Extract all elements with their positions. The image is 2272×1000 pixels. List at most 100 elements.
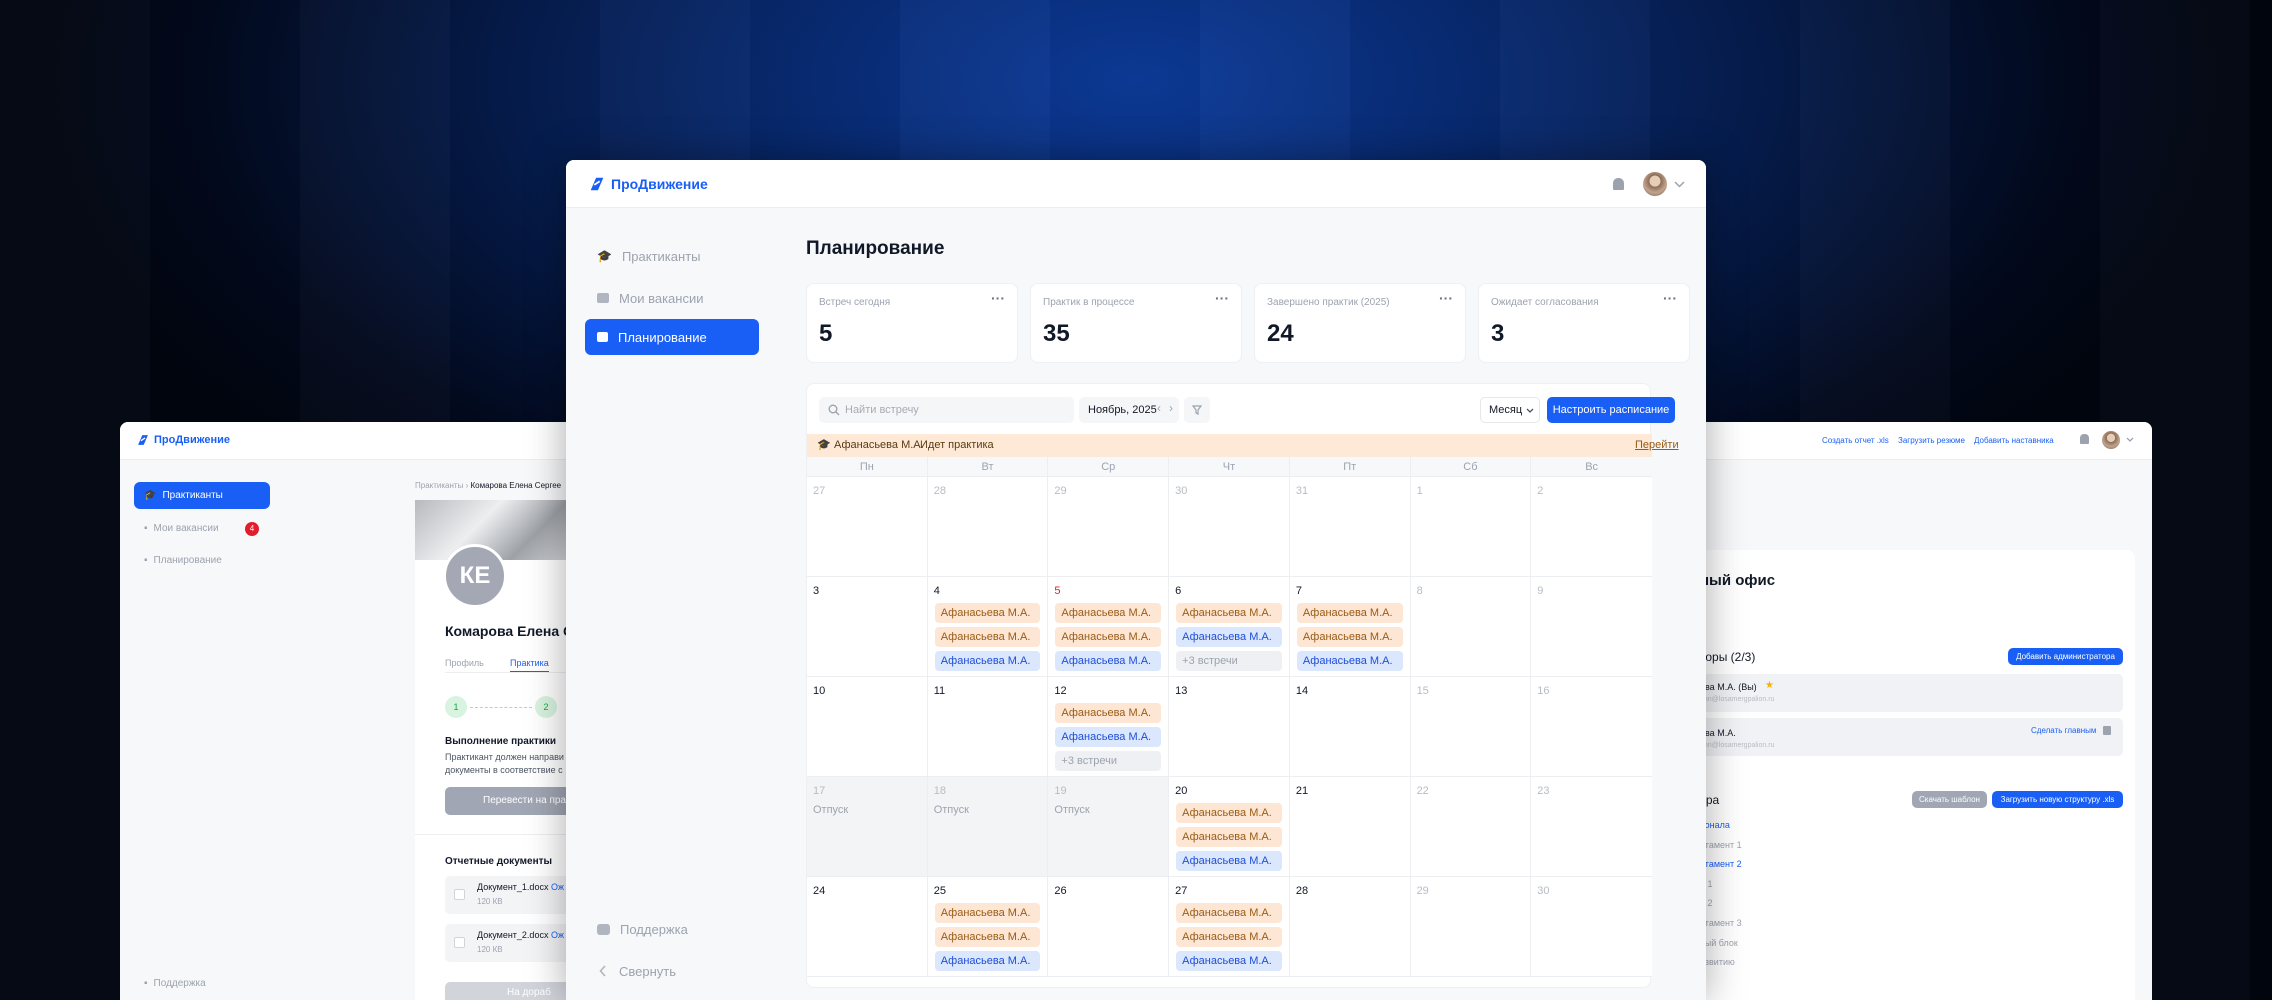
sidebar-item-planning[interactable]: ▪ Планирование (134, 547, 270, 574)
trash-icon[interactable] (2103, 726, 2111, 735)
calendar-day-cell[interactable]: 25 Афанасьева М.А. Афанасьева М.А. Афанасье… (927, 877, 1049, 977)
calendar-day-cell[interactable]: 12 Афанасьева М.А. Афанасьева М.А. +3 встре… (1048, 677, 1170, 777)
event-chip[interactable]: Афанасьева М.А. (1176, 851, 1282, 871)
sidebar-item-vacancies[interactable]: ▪ Мои вакансии 4 (134, 515, 270, 542)
month-picker[interactable]: Ноябрь, 2025 ‹ › (1079, 397, 1179, 423)
event-chip[interactable]: Афанасьева М.А. (1176, 827, 1282, 847)
breadcrumb-item[interactable]: Практиканты (415, 481, 463, 490)
calendar-day-cell[interactable]: 24 (807, 877, 928, 977)
structure-tree-item[interactable]: ртамент 1 (1700, 840, 1742, 850)
document-row[interactable]: Документ_1.docx Ож 120 КВ (445, 876, 570, 914)
bell-icon[interactable] (2080, 434, 2089, 444)
calendar-day-cell[interactable]: 5 Афанасьева М.А. Афанасьева М.А. Афанасьев… (1048, 577, 1170, 677)
make-main-link[interactable]: Сделать главным (2031, 726, 2096, 735)
calendar-day-cell[interactable]: 10 (807, 677, 928, 777)
event-chip[interactable]: Афанасьева М.А. (1176, 927, 1282, 947)
calendar-day-cell[interactable]: 22 (1410, 777, 1532, 877)
event-chip[interactable]: Афанасьева М.А. (1055, 651, 1162, 671)
calendar-day-cell[interactable]: 28 (1289, 877, 1411, 977)
more-meetings-chip[interactable]: +3 встречи (1176, 651, 1282, 671)
calendar-day-cell[interactable]: 29 (1048, 477, 1170, 577)
bell-icon[interactable] (1613, 178, 1624, 190)
event-chip[interactable]: Афанасьева М.А. (1176, 803, 1282, 823)
event-chip[interactable]: Афанасьева М.А. (934, 927, 1041, 947)
logo[interactable]: ПроДвижение (136, 433, 230, 447)
calendar-day-cell[interactable]: 29 (1410, 877, 1532, 977)
calendar-day-cell[interactable]: 11 (927, 677, 1049, 777)
sidebar-item-vacancies[interactable]: Мои вакансии (585, 280, 759, 316)
add-mentor-link[interactable]: Добавить наставника (1974, 436, 2054, 445)
event-chip[interactable]: Афанасьева М.А. (1055, 627, 1162, 647)
upload-resume-link[interactable]: Загрузить резюме (1898, 436, 1965, 445)
structure-tree-item[interactable]: ртамент 3 (1700, 918, 1742, 928)
calendar-day-cell[interactable]: 30 (1169, 477, 1290, 577)
event-chip[interactable]: Афанасьева М.А. (1296, 603, 1403, 623)
transfer-button[interactable]: Перевести на пра (445, 787, 570, 815)
user-avatar[interactable] (1643, 172, 1667, 196)
event-chip[interactable]: Афанасьева М.А. (934, 951, 1041, 971)
tab-practice[interactable]: Практика (510, 658, 549, 672)
calendar-day-cell[interactable]: 19 Отпуск (1048, 777, 1170, 877)
calendar-day-cell[interactable]: 26 (1048, 877, 1170, 977)
calendar-day-cell[interactable]: 17 Отпуск (807, 777, 928, 877)
event-chip[interactable]: Афанасьева М.А. (934, 651, 1041, 671)
chevron-left-icon[interactable]: ‹ (1157, 401, 1161, 415)
calendar-day-cell[interactable]: 18 Отпуск (927, 777, 1049, 877)
event-chip[interactable]: Афанасьева М.А. (934, 603, 1041, 623)
sidebar-item-planning[interactable]: Планирование (585, 319, 759, 355)
event-chip[interactable]: Афанасьева М.А. (1296, 627, 1403, 647)
event-chip[interactable]: Афанасьева М.А. (1176, 627, 1282, 647)
calendar-day-cell[interactable]: 14 (1289, 677, 1411, 777)
calendar-day-cell[interactable]: 9 (1531, 577, 1652, 677)
calendar-day-cell[interactable]: 1 (1410, 477, 1532, 577)
calendar-day-cell[interactable]: 27 (807, 477, 928, 577)
event-chip[interactable]: Афанасьева М.А. (1055, 603, 1162, 623)
event-chip[interactable]: Афанасьева М.А. (1176, 603, 1282, 623)
event-chip[interactable]: Афанасьева М.А. (1176, 903, 1282, 923)
event-chip[interactable]: Афанасьева М.А. (934, 627, 1041, 647)
event-chip[interactable]: Афанасьева М.А. (1055, 727, 1162, 747)
calendar-day-cell[interactable]: 16 (1531, 677, 1652, 777)
chevron-down-icon[interactable] (2126, 437, 2134, 443)
calendar-day-cell[interactable]: 21 (1289, 777, 1411, 877)
download-template-button[interactable]: Скачать шаблон (1912, 791, 1987, 808)
event-chip[interactable]: Афанасьева М.А. (1055, 703, 1162, 723)
calendar-day-cell[interactable]: 3 (807, 577, 928, 677)
calendar-day-cell[interactable]: 27 Афанасьева М.А. Афанасьева М.А. Афанасье… (1169, 877, 1290, 977)
calendar-day-cell[interactable]: 2 (1531, 477, 1652, 577)
event-chip[interactable]: Афанасьева М.А. (1296, 651, 1403, 671)
support-link[interactable]: Поддержка (585, 916, 759, 942)
chevron-down-icon[interactable] (1674, 181, 1685, 188)
calendar-day-cell[interactable]: 8 (1410, 577, 1532, 677)
calendar-day-cell[interactable]: 7 Афанасьева М.А. Афанасьева М.А. Афанасьев… (1289, 577, 1411, 677)
revision-button[interactable]: На дораб (445, 982, 570, 1000)
user-avatar[interactable] (2102, 431, 2120, 449)
checkbox[interactable] (454, 937, 465, 948)
calendar-day-cell[interactable]: 23 (1531, 777, 1652, 877)
calendar-day-cell[interactable]: 28 (927, 477, 1049, 577)
support-link[interactable]: ▪ Поддержка (134, 978, 206, 989)
search-input[interactable]: Найти встречу (819, 397, 1074, 423)
sidebar-item-interns[interactable]: 🎓 Практиканты (585, 238, 759, 274)
upload-structure-button[interactable]: Загрузить новую структуру .xls (1992, 791, 2123, 808)
configure-schedule-button[interactable]: Настроить расписание (1547, 397, 1675, 423)
calendar-day-cell[interactable]: 15 (1410, 677, 1532, 777)
calendar-day-cell[interactable]: 30 (1531, 877, 1652, 977)
structure-tree-item[interactable]: ртамент 2 (1700, 859, 1742, 869)
more-icon[interactable]: ··· (1439, 290, 1453, 306)
calendar-day-cell[interactable]: 31 (1289, 477, 1411, 577)
create-report-link[interactable]: Создать отчет .xls (1822, 436, 1889, 445)
filter-button[interactable] (1184, 397, 1210, 423)
more-meetings-chip[interactable]: +3 встречи (1055, 751, 1162, 771)
event-chip[interactable]: Афанасьева М.А. (1176, 951, 1282, 971)
event-chip[interactable]: Афанасьева М.А. (934, 903, 1041, 923)
view-select[interactable]: Месяц (1480, 397, 1540, 423)
calendar-day-cell[interactable]: 4 Афанасьева М.А. Афанасьева М.А. Афанасьев… (927, 577, 1049, 677)
banner-go-link[interactable]: Перейти (1635, 439, 1679, 451)
add-admin-button[interactable]: Добавить администратора (2008, 648, 2123, 665)
more-icon[interactable]: ··· (1663, 290, 1677, 306)
more-icon[interactable]: ··· (991, 290, 1005, 306)
logo[interactable]: ПроДвижение (588, 175, 708, 193)
sidebar-item-interns[interactable]: 🎓 Практиканты (134, 482, 270, 509)
tab-profile[interactable]: Профиль (445, 658, 484, 668)
